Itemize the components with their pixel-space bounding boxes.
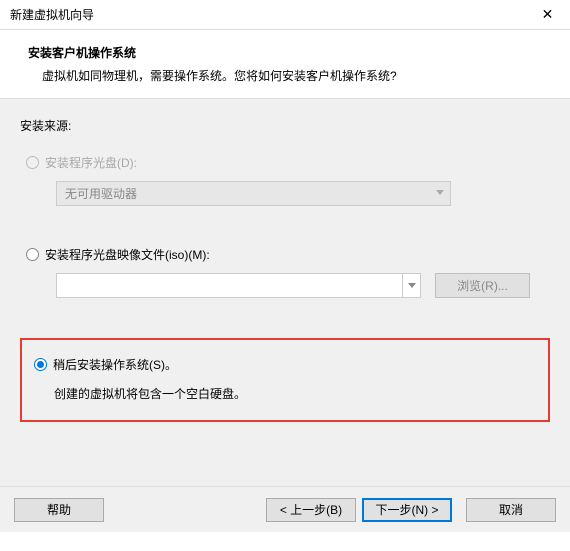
- help-button[interactable]: 帮助: [14, 498, 104, 522]
- radio-install-later-label: 稍后安装操作系统(S)。: [53, 356, 177, 373]
- back-button[interactable]: < 上一步(B): [266, 498, 356, 522]
- chevron-down-icon: [436, 190, 444, 195]
- page-title: 安装客户机操作系统: [28, 44, 550, 61]
- radio-installer-disc: [26, 156, 39, 169]
- window-title: 新建虚拟机向导: [10, 6, 525, 23]
- close-button[interactable]: ✕: [525, 0, 570, 30]
- next-button[interactable]: 下一步(N) >: [362, 498, 452, 522]
- selected-option-highlight: 稍后安装操作系统(S)。 创建的虚拟机将包含一个空白硬盘。: [20, 338, 550, 422]
- chevron-down-icon[interactable]: [402, 274, 420, 297]
- cancel-button[interactable]: 取消: [466, 498, 556, 522]
- iso-path-input[interactable]: [56, 273, 421, 298]
- install-later-description: 创建的虚拟机将包含一个空白硬盘。: [34, 385, 536, 402]
- drive-dropdown-value: 无可用驱动器: [65, 185, 137, 202]
- radio-iso-file[interactable]: [26, 248, 39, 261]
- drive-dropdown: 无可用驱动器: [56, 181, 451, 206]
- radio-iso-file-label: 安装程序光盘映像文件(iso)(M):: [45, 246, 210, 263]
- close-icon: ✕: [542, 6, 554, 23]
- radio-install-later[interactable]: [34, 358, 47, 371]
- browse-button: 浏览(R)...: [435, 273, 530, 298]
- install-source-label: 安装来源:: [20, 117, 550, 134]
- radio-installer-disc-label: 安装程序光盘(D):: [45, 154, 137, 171]
- page-subtitle: 虚拟机如同物理机，需要操作系统。您将如何安装客户机操作系统?: [28, 67, 550, 84]
